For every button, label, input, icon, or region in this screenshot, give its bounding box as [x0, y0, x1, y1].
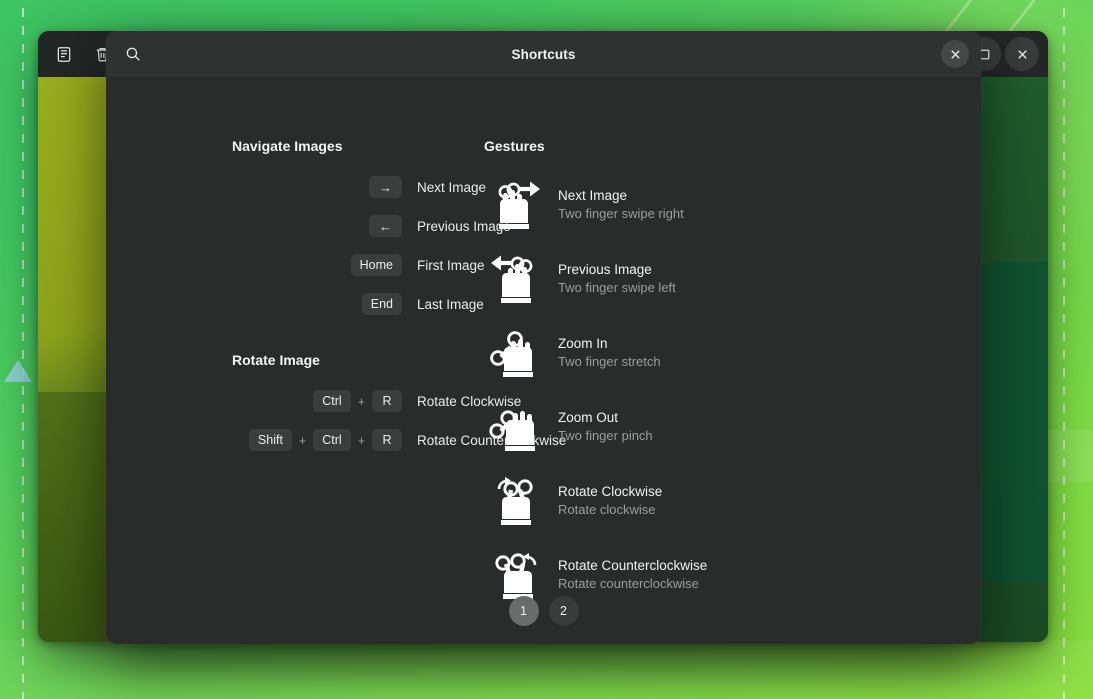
- key-separator: +: [357, 395, 366, 409]
- shortcut-row-first-image: Home First Image: [232, 246, 484, 285]
- shortcut-label: Next Image: [402, 180, 486, 195]
- desktop-wallpaper: Shortcuts Navigate Images →: [0, 0, 1093, 699]
- section-title: Navigate Images: [232, 138, 484, 154]
- pagination: 1 2: [106, 596, 981, 626]
- keycap: Ctrl: [313, 390, 350, 413]
- section-navigate-images: Navigate Images → Next Image ← Previous: [232, 138, 484, 324]
- two-finger-swipe-left-icon: [484, 250, 546, 308]
- gesture-text: Rotate Counterclockwise Rotate countercl…: [546, 557, 707, 593]
- dialog-body: Navigate Images → Next Image ← Previous: [106, 78, 981, 644]
- close-icon[interactable]: [941, 40, 969, 68]
- wallpaper-band-2: [0, 640, 1093, 699]
- gesture-subtitle: Two finger pinch: [558, 427, 653, 445]
- gesture-row-previous-image: Previous Image Two finger swipe left: [484, 242, 954, 316]
- shortcut-row-next-image: → Next Image: [232, 168, 484, 207]
- gesture-title: Rotate Clockwise: [558, 483, 662, 501]
- gestures-column: Gestures: [484, 138, 954, 612]
- page-dot-1[interactable]: 1: [509, 596, 539, 626]
- page-title: Shortcuts: [106, 47, 981, 62]
- keyboard-shortcuts-column: Navigate Images → Next Image ← Previous: [106, 138, 484, 460]
- gesture-subtitle: Rotate counterclockwise: [558, 575, 707, 593]
- gesture-row-next-image: Next Image Two finger swipe right: [484, 168, 954, 242]
- section-title: Rotate Image: [232, 352, 484, 368]
- shortcuts-dialog: Shortcuts Navigate Images →: [106, 31, 981, 644]
- keycap: Shift: [249, 429, 292, 452]
- gesture-subtitle: Two finger swipe right: [558, 205, 684, 223]
- gesture-subtitle: Two finger swipe left: [558, 279, 676, 297]
- gesture-row-rotate-clockwise: Rotate Clockwise Rotate clockwise: [484, 464, 954, 538]
- gesture-subtitle: Rotate clockwise: [558, 501, 662, 519]
- keycap-group: Home: [232, 254, 402, 277]
- gesture-text: Next Image Two finger swipe right: [546, 187, 684, 223]
- gesture-text: Zoom In Two finger stretch: [546, 335, 661, 371]
- keycap: R: [372, 429, 402, 452]
- keycap-group: ←: [232, 215, 402, 239]
- gesture-title: Zoom In: [558, 335, 661, 353]
- shortcut-label: First Image: [402, 258, 485, 273]
- wallpaper-dashed-line-left: [22, 0, 24, 699]
- shortcut-row-last-image: End Last Image: [232, 285, 484, 324]
- two-finger-stretch-icon: [484, 324, 546, 382]
- rotate-clockwise-gesture-icon: [484, 472, 546, 530]
- keycap: R: [372, 390, 402, 413]
- keycap-group: →: [232, 176, 402, 200]
- shortcut-row-rotate-clockwise: Ctrl + R Rotate Clockwise: [232, 382, 484, 421]
- search-icon[interactable]: [118, 39, 148, 69]
- keycap: Home: [351, 254, 402, 277]
- gesture-title: Zoom Out: [558, 409, 653, 427]
- window-close-button[interactable]: [1005, 37, 1039, 71]
- key-separator: +: [298, 434, 307, 448]
- keycap-group: Ctrl + R: [232, 390, 402, 413]
- keycap: Ctrl: [313, 429, 350, 452]
- keycap-group: Shift + Ctrl + R: [232, 429, 402, 452]
- two-finger-swipe-right-icon: [484, 176, 546, 234]
- gesture-title: Previous Image: [558, 261, 676, 279]
- gesture-subtitle: Two finger stretch: [558, 353, 661, 371]
- section-title: Gestures: [484, 138, 954, 154]
- keycap: →: [369, 176, 402, 200]
- gesture-text: Previous Image Two finger swipe left: [546, 261, 676, 297]
- wallpaper-band-1: [1048, 430, 1093, 482]
- gesture-text: Rotate Clockwise Rotate clockwise: [546, 483, 662, 519]
- dialog-headerbar: Shortcuts: [106, 31, 981, 78]
- wallpaper-dashed-line-right: [1063, 0, 1065, 699]
- gesture-title: Next Image: [558, 187, 684, 205]
- gesture-row-zoom-out: Zoom Out Two finger pinch: [484, 390, 954, 464]
- wallpaper-triangle: [4, 360, 32, 382]
- keycap: ←: [369, 215, 402, 239]
- shortcut-row-rotate-counterclockwise: Shift + Ctrl + R Rotate Counterclockwise: [232, 421, 484, 460]
- page-dot-2[interactable]: 2: [549, 596, 579, 626]
- section-rotate-image: Rotate Image Ctrl + R Rotate Clockwise: [232, 352, 484, 460]
- properties-icon[interactable]: [47, 37, 81, 71]
- shortcuts-columns: Navigate Images → Next Image ← Previous: [106, 138, 981, 612]
- two-finger-pinch-icon: [484, 398, 546, 456]
- gesture-row-zoom-in: Zoom In Two finger stretch: [484, 316, 954, 390]
- gesture-title: Rotate Counterclockwise: [558, 557, 707, 575]
- keycap-group: End: [232, 293, 402, 316]
- shortcut-row-previous-image: ← Previous Image: [232, 207, 484, 246]
- keycap: End: [362, 293, 402, 316]
- gesture-text: Zoom Out Two finger pinch: [546, 409, 653, 445]
- key-separator: +: [357, 434, 366, 448]
- shortcut-label: Last Image: [402, 297, 484, 312]
